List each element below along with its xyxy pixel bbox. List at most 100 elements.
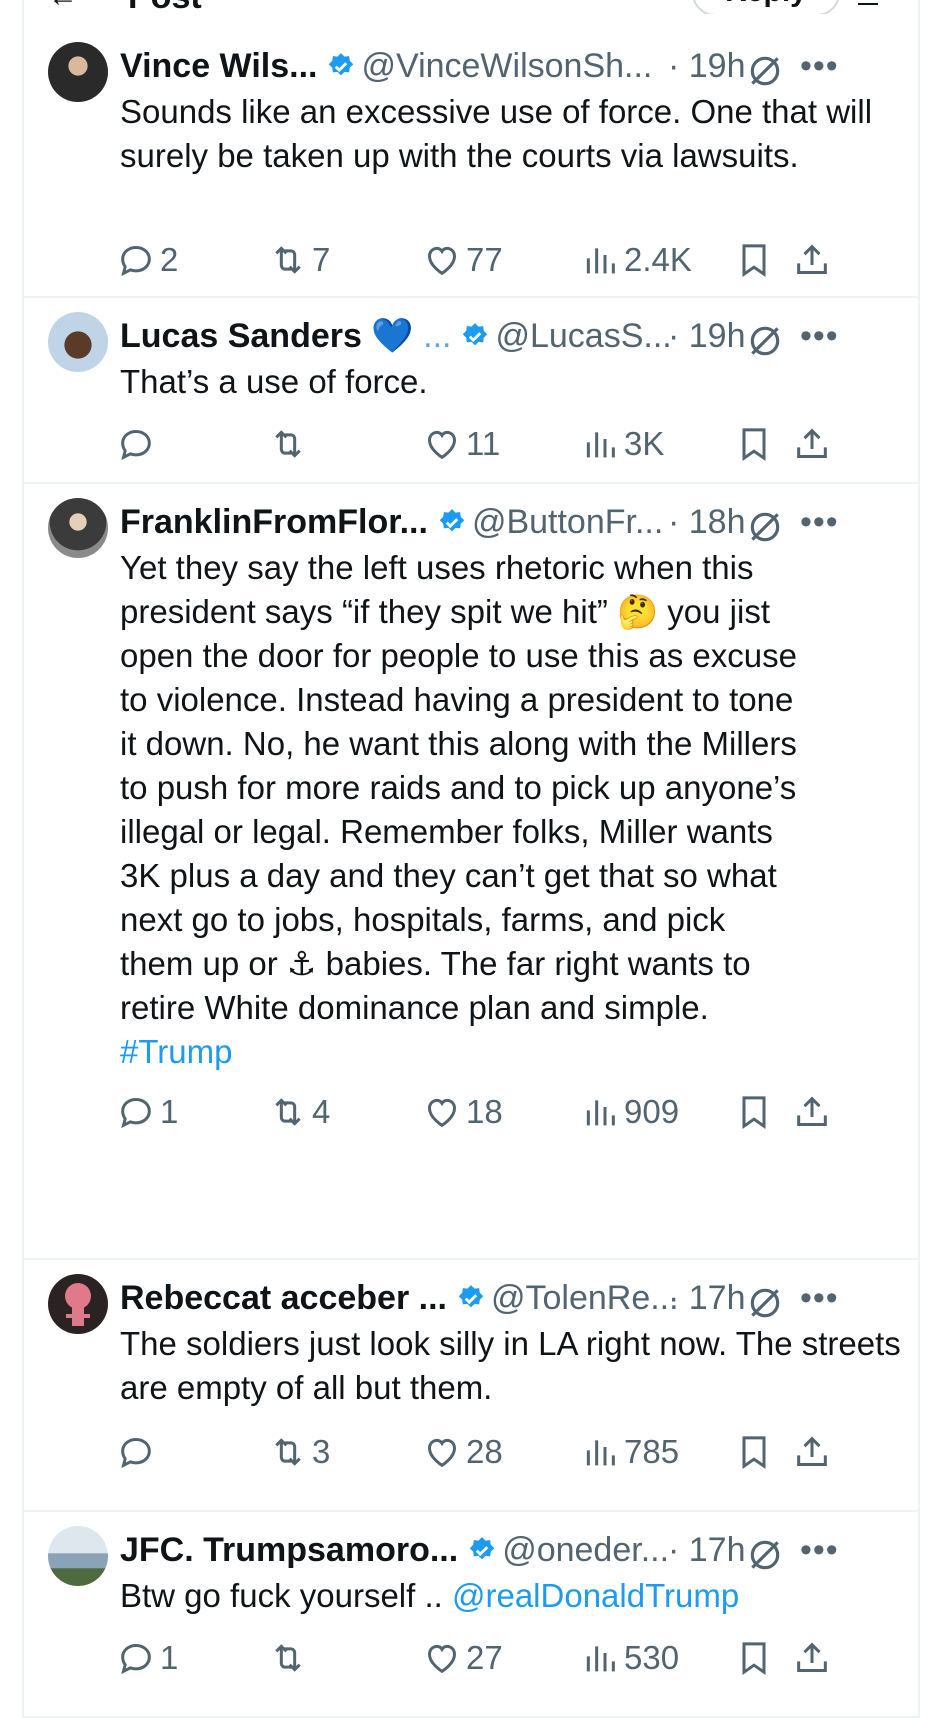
display-name[interactable]: Rebeccat acceber ... [120, 1279, 447, 1317]
reply-tweet[interactable]: Vince Wils... @VinceWilsonSh... · 19h •••… [24, 28, 918, 298]
grok-icon[interactable] [746, 508, 784, 546]
more-options-icon[interactable]: ••• [800, 44, 839, 88]
reply-button[interactable]: Reply [692, 0, 840, 14]
reply-count: 2 [160, 241, 179, 278]
tweet-text: Yet they say the left uses rhetoric when… [120, 546, 920, 1074]
bookmark-action[interactable] [734, 1636, 774, 1680]
share-action[interactable] [792, 1430, 832, 1474]
back-arrow-icon[interactable]: ← [48, 0, 78, 14]
tweet-actions: 1 27 530 [120, 1636, 930, 1680]
like-action[interactable]: 28 [422, 1430, 503, 1474]
tweet-actions: 11 3K [120, 422, 930, 466]
user-handle[interactable]: @VinceWilsonSh... [361, 47, 652, 85]
share-icon [797, 1096, 827, 1126]
verified-badge-icon [439, 509, 465, 532]
tweet-line: to violence. Instead having a president … [120, 681, 794, 718]
bookmark-action[interactable] [734, 1090, 774, 1134]
share-action[interactable] [792, 1636, 832, 1680]
avatar[interactable] [48, 1526, 108, 1586]
like-action[interactable]: 11 [422, 422, 500, 466]
reply-action[interactable]: 2 [116, 238, 178, 282]
views-action[interactable]: 909 [580, 1090, 679, 1134]
tweet-actions: 2 7 77 2.4K [120, 238, 930, 282]
reply-count: 1 [160, 1639, 179, 1676]
views-action[interactable]: 3K [580, 422, 664, 466]
reply-tweet[interactable]: JFC. Trumpsamoro... @oneder... · 17h ••• … [24, 1512, 918, 1718]
grok-icon[interactable] [746, 52, 784, 90]
repost-action[interactable]: 4 [268, 1090, 330, 1134]
tweet-line: to push for more raids and to pick up an… [120, 769, 797, 806]
more-options-icon[interactable]: ••• [800, 500, 839, 544]
avatar[interactable] [48, 498, 108, 558]
views-action[interactable]: 2.4K [580, 238, 692, 282]
bookmark-action[interactable] [734, 422, 774, 466]
reply-action[interactable]: 1 [116, 1636, 178, 1680]
user-handle[interactable]: @oneder... [502, 1531, 669, 1569]
share-action[interactable] [792, 1090, 832, 1134]
views-count: 530 [624, 1639, 680, 1676]
views-action[interactable]: 530 [580, 1636, 679, 1680]
grok-icon[interactable] [746, 1284, 784, 1322]
grok-icon[interactable] [746, 322, 784, 360]
views-count: 785 [624, 1433, 680, 1470]
views-count: 909 [624, 1093, 680, 1130]
repost-icon [275, 246, 301, 274]
hashtag-link[interactable]: #Trump [120, 1030, 920, 1074]
display-name[interactable]: FranklinFromFlor... [120, 503, 428, 541]
repost-action[interactable] [268, 1636, 312, 1680]
views-action[interactable]: 785 [580, 1430, 679, 1474]
like-action[interactable]: 18 [422, 1090, 503, 1134]
filter-icon[interactable] [856, 0, 880, 8]
grok-icon[interactable] [746, 1536, 784, 1574]
more-options-icon[interactable]: ••• [800, 1528, 839, 1572]
timestamp[interactable]: · 18h [668, 500, 746, 544]
reply-tweet[interactable]: Lucas Sanders 💙 ... @LucasS... · 19h ••• … [24, 298, 918, 484]
display-name[interactable]: Vince Wils... [120, 47, 317, 85]
name-emoji: 💙 ... [371, 317, 452, 355]
bookmark-action[interactable] [734, 1430, 774, 1474]
user-handle[interactable]: @TolenRe... [491, 1279, 679, 1317]
timestamp[interactable]: · 19h [668, 314, 746, 358]
user-handle[interactable]: @ButtonFr... [472, 503, 663, 541]
share-action[interactable] [792, 238, 832, 282]
mention-link[interactable]: @realDonaldTrump [452, 1577, 739, 1614]
more-options-icon[interactable]: ••• [800, 1276, 839, 1320]
share-icon [797, 1642, 827, 1672]
more-options-icon[interactable]: ••• [800, 314, 839, 358]
reply-action[interactable] [116, 1430, 160, 1474]
views-chart-icon [586, 1646, 615, 1672]
repost-count: 4 [312, 1093, 331, 1130]
user-handle[interactable]: @LucasS... [495, 317, 671, 355]
bookmark-icon [742, 1436, 766, 1470]
reply-tweet[interactable]: FranklinFromFlor... @ButtonFr... · 18h ••… [24, 484, 918, 1260]
heart-icon [427, 246, 457, 276]
display-name[interactable]: JFC. Trumpsamoro... [120, 1531, 458, 1569]
reply-action[interactable]: 1 [116, 1090, 178, 1134]
timestamp[interactable]: · 17h [668, 1528, 746, 1572]
tweet-header: Lucas Sanders 💙 ... @LucasS... · 19h ••• [120, 314, 910, 358]
avatar[interactable] [48, 312, 108, 372]
tweet-line: retire White dominance plan and simple. [120, 989, 709, 1026]
tweet-line: next go to jobs, hospitals, farms, and p… [120, 901, 726, 938]
fist-logo-icon [65, 1283, 91, 1326]
share-action[interactable] [792, 422, 832, 466]
timestamp[interactable]: · 19h [668, 44, 746, 88]
repost-icon [275, 1438, 301, 1466]
repost-action[interactable]: 7 [268, 238, 330, 282]
repost-action[interactable]: 3 [268, 1430, 330, 1474]
like-action[interactable]: 77 [422, 238, 503, 282]
reply-tweet[interactable]: Rebeccat acceber ... @TolenRe... · 17h ••… [24, 1260, 918, 1512]
like-count: 11 [466, 425, 501, 462]
tweet-actions: 3 28 785 [120, 1430, 930, 1474]
like-action[interactable]: 27 [422, 1636, 503, 1680]
heart-icon [427, 1438, 457, 1468]
tweet-line: it down. No, he want this along with the… [120, 725, 797, 762]
timestamp[interactable]: · 17h [668, 1276, 746, 1320]
avatar[interactable] [48, 42, 108, 102]
bookmark-action[interactable] [734, 238, 774, 282]
reply-action[interactable] [116, 422, 160, 466]
display-name[interactable]: Lucas Sanders [120, 317, 362, 355]
tweet-header: FranklinFromFlor... @ButtonFr... · 18h ••… [120, 500, 910, 544]
repost-action[interactable] [268, 422, 312, 466]
avatar[interactable] [48, 1274, 108, 1334]
